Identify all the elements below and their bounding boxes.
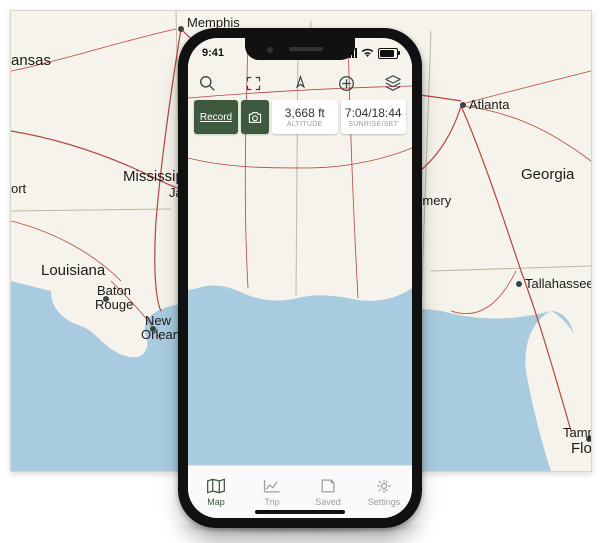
locate-button[interactable] [287,70,313,96]
altitude-readout[interactable]: 3,668 ft ALTITUDE [272,100,338,134]
record-label: Record [200,112,232,123]
city-tallahassee: Tallahassee [525,276,591,291]
home-indicator[interactable] [255,510,345,514]
sun-label: SUNRISE/SET [348,121,398,128]
map-icon [206,477,226,495]
chart-icon [262,477,282,495]
status-time: 9:41 [202,47,224,59]
plus-circle-icon [338,75,355,92]
state-arkansas: ansas [11,52,51,69]
state-georgia: Georgia [521,166,575,183]
layers-icon [384,74,402,92]
camera-button[interactable] [241,100,269,134]
city-neworleans1: New [145,313,172,328]
tab-map[interactable]: Map [188,466,244,518]
layers-button[interactable] [380,70,406,96]
tab-trip-label: Trip [264,497,279,507]
altitude-label: ALTITUDE [287,121,323,128]
sun-value: 7:04/18:44 [345,107,402,119]
state-louisiana: Louisiana [41,262,106,279]
city-atlanta: Atlanta [469,97,510,112]
search-button[interactable] [194,70,220,96]
tab-settings-label: Settings [368,497,401,507]
info-bar: Record 3,668 ft ALTITUDE 7:04/18:44 SUNR… [194,100,406,134]
search-icon [199,75,216,92]
expand-icon [246,76,261,91]
bookmark-icon [318,477,338,495]
phone-frame: 9:41 [178,28,422,528]
tab-map-label: Map [207,497,225,507]
tab-saved-label: Saved [315,497,341,507]
wifi-icon [361,48,374,58]
gear-icon [374,477,394,495]
city-baton2: Rouge [95,297,133,312]
city-ort: ort [11,181,27,196]
map-toolbar [194,70,406,96]
tab-settings[interactable]: Settings [356,466,412,518]
phone-notch [245,38,355,60]
battery-icon [378,48,398,59]
city-baton1: Baton [97,283,131,298]
locate-icon [292,75,309,92]
record-button[interactable]: Record [194,100,238,134]
add-button[interactable] [334,70,360,96]
fullscreen-button[interactable] [241,70,267,96]
camera-icon [247,111,263,124]
state-florida: Flo [571,440,591,457]
altitude-value: 3,668 ft [285,107,325,119]
sun-readout[interactable]: 7:04/18:44 SUNRISE/SET [341,100,407,134]
city-tampa: Tamp [563,425,591,440]
